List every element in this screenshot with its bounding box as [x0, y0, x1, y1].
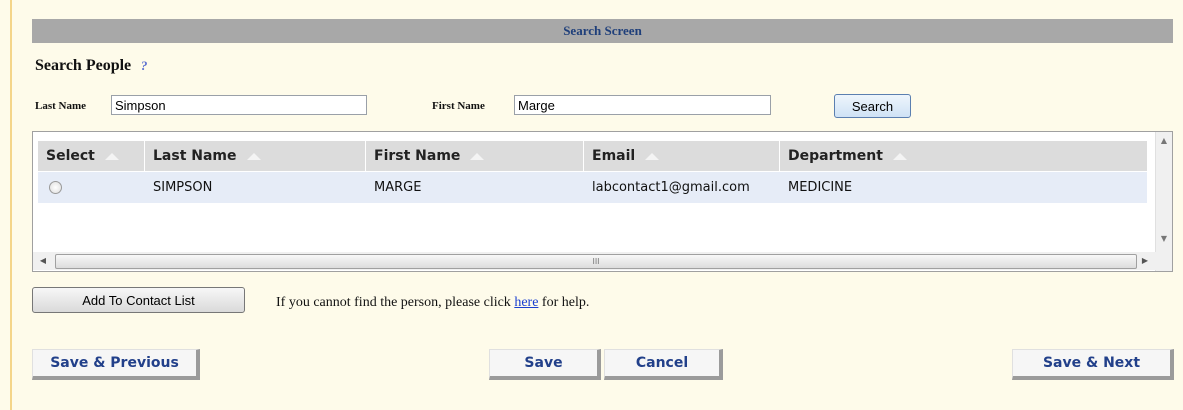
column-header-label: Department [788, 148, 883, 164]
save-previous-button[interactable]: Save & Previous [32, 349, 200, 380]
section-heading: Search People ? [35, 57, 151, 75]
scroll-left-arrow-icon[interactable]: ◀ [35, 252, 51, 270]
table-row[interactable]: SIMPSON MARGE labcontact1@gmail.com MEDI… [38, 172, 1147, 203]
column-header-label: Email [592, 148, 636, 164]
title-bar: Search Screen [32, 19, 1173, 43]
column-header-department[interactable]: Department [780, 141, 1147, 171]
grid-header: Select Last Name First Name Email Depart… [38, 141, 1147, 171]
column-header-select[interactable]: Select [38, 141, 145, 171]
cancel-button[interactable]: Cancel [604, 349, 723, 380]
horizontal-scrollbar[interactable]: ◀ III ▶ [33, 252, 1157, 270]
scroll-grip-icon: III [592, 257, 600, 266]
results-grid: Select Last Name First Name Email Depart… [32, 131, 1173, 272]
help-prefix: If you cannot find the person, please cl… [276, 295, 515, 310]
title-bar-text: Search Screen [563, 23, 642, 38]
last-name-label: Last Name [35, 100, 87, 112]
scroll-right-arrow-icon[interactable]: ▶ [1137, 252, 1153, 270]
section-title: Search People [35, 57, 132, 74]
column-header-last-name[interactable]: Last Name [145, 141, 366, 171]
search-button[interactable]: Search [834, 94, 911, 118]
last-name-input[interactable] [111, 95, 367, 115]
sort-arrow-icon [104, 152, 119, 160]
row-select-radio[interactable] [49, 181, 62, 194]
help-suffix: for help. [538, 295, 590, 310]
save-next-button[interactable]: Save & Next [1012, 349, 1174, 380]
department-cell: MEDICINE [788, 180, 853, 195]
column-header-label: Last Name [153, 148, 237, 164]
first-name-cell: MARGE [374, 180, 422, 195]
column-header-email[interactable]: Email [584, 141, 780, 171]
vertical-scrollbar[interactable]: ▲ ▼ [1155, 132, 1172, 271]
sort-arrow-icon [246, 152, 261, 160]
last-name-cell: SIMPSON [153, 180, 213, 195]
left-border [10, 0, 12, 410]
email-cell: labcontact1@gmail.com [592, 180, 750, 195]
horizontal-scroll-thumb[interactable]: III [55, 254, 1137, 269]
page: Search Screen Search People ? Last Name … [0, 0, 1183, 410]
sort-arrow-icon [470, 152, 485, 160]
column-header-label: Select [46, 148, 95, 164]
add-to-contact-list-button[interactable]: Add To Contact List [32, 287, 245, 313]
help-message: If you cannot find the person, please cl… [276, 295, 589, 311]
scroll-up-arrow-icon[interactable]: ▲ [1156, 134, 1172, 148]
help-link[interactable]: here [514, 295, 538, 310]
column-header-label: First Name [374, 148, 461, 164]
select-cell [38, 172, 145, 203]
save-button[interactable]: Save [489, 349, 601, 380]
sort-arrow-icon [645, 152, 660, 160]
first-name-label: First Name [432, 100, 485, 112]
help-question-icon[interactable]: ? [137, 59, 151, 73]
first-name-input[interactable] [514, 95, 771, 115]
scroll-down-arrow-icon[interactable]: ▼ [1156, 232, 1172, 246]
column-header-first-name[interactable]: First Name [366, 141, 584, 171]
sort-arrow-icon [892, 152, 907, 160]
